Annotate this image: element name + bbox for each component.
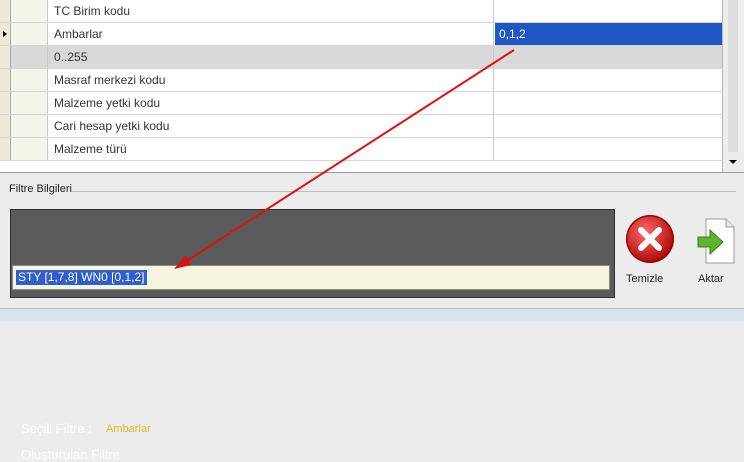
transfer-document-arrow-icon <box>696 217 736 265</box>
row-value[interactable] <box>495 69 722 91</box>
row-label: Cari hesap yetki kodu <box>48 115 494 137</box>
row-label: Malzeme yetki kodu <box>48 92 494 114</box>
row-cell-blank <box>11 92 48 114</box>
row-label: 0..255 <box>48 46 494 68</box>
selected-filter-label: Seçili Filtre : <box>21 421 92 436</box>
clear-button-label: Temizle <box>626 273 664 285</box>
row-label: Masraf merkezi kodu <box>48 69 494 91</box>
row-cell-blank <box>11 23 48 45</box>
row-value[interactable] <box>495 46 722 68</box>
filter-group-title: Filtre Bilgileri <box>9 183 72 195</box>
grid-row-current[interactable]: Ambarlar 0,1,2 <box>0 23 722 46</box>
row-value-selected[interactable]: 0,1,2 <box>495 23 722 45</box>
row-cell-blank <box>11 46 48 68</box>
row-value[interactable] <box>495 0 722 22</box>
scroll-down-arrow-icon[interactable] <box>729 160 737 164</box>
row-label: Ambarlar <box>48 23 494 45</box>
row-value[interactable] <box>495 92 722 114</box>
grid-row[interactable]: Malzeme yetki kodu <box>0 92 722 115</box>
row-cell-blank <box>11 138 48 160</box>
current-row-arrow-icon <box>3 31 7 37</box>
row-indicator[interactable] <box>0 23 11 45</box>
scrollbar-thumb[interactable] <box>728 0 738 152</box>
clear-x-icon <box>626 215 674 263</box>
row-indicator[interactable] <box>0 138 11 160</box>
built-filter-input[interactable]: STY [1,7,8] WN0 [0,1,2] <box>12 265 610 290</box>
row-value[interactable] <box>495 138 722 160</box>
property-grid: TC Birim kodu Ambarlar 0,1,2 0..255 Masr… <box>0 0 744 173</box>
row-cell-blank <box>11 0 48 22</box>
group-divider <box>72 191 736 192</box>
selected-filter-value: Ambarlar <box>106 423 151 435</box>
row-indicator[interactable] <box>0 92 11 114</box>
transfer-button-label: Aktar <box>698 273 724 285</box>
row-indicator[interactable] <box>0 0 11 22</box>
row-cell-blank <box>11 115 48 137</box>
grid-row-hint[interactable]: 0..255 <box>0 46 722 69</box>
row-indicator[interactable] <box>0 69 11 91</box>
row-value[interactable] <box>495 115 722 137</box>
row-indicator[interactable] <box>0 115 11 137</box>
grid-row[interactable]: Cari hesap yetki kodu <box>0 115 722 138</box>
row-label: TC Birim kodu <box>48 0 494 22</box>
row-label: Malzeme türü <box>48 138 494 160</box>
transfer-button[interactable]: Aktar <box>688 213 742 298</box>
grid-row[interactable]: TC Birim kodu <box>0 0 722 23</box>
clear-button[interactable]: Temizle <box>620 213 682 298</box>
status-strip <box>0 308 744 321</box>
built-filter-label: Oluşturulan Filtre <box>21 447 120 462</box>
grid-row[interactable]: Malzeme türü <box>0 138 722 161</box>
built-filter-text-selected[interactable]: STY [1,7,8] WN0 [0,1,2] <box>16 270 147 285</box>
grid-row[interactable]: Masraf merkezi kodu <box>0 69 722 92</box>
row-cell-blank <box>11 69 48 91</box>
row-indicator[interactable] <box>0 46 11 68</box>
vertical-scrollbar[interactable] <box>722 0 744 172</box>
